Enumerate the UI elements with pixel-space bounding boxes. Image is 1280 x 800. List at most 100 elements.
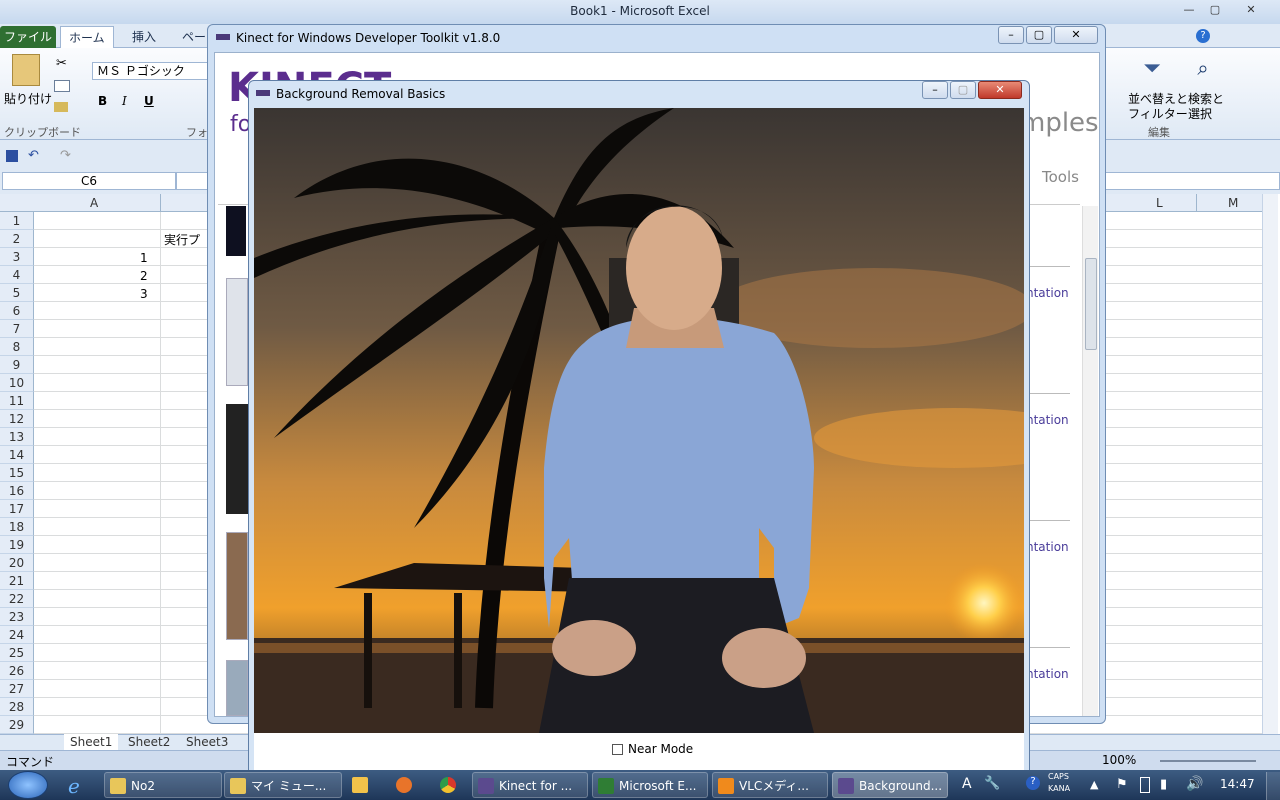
documentation-link-4[interactable]: ntation bbox=[1026, 667, 1069, 681]
italic-button[interactable]: I bbox=[122, 94, 127, 108]
bg-close-button[interactable]: ✕ bbox=[978, 81, 1022, 99]
cell-a5[interactable]: 3 bbox=[140, 285, 148, 303]
taskbar-item-music[interactable]: マイ ミュー... bbox=[224, 772, 342, 798]
row-header[interactable]: 24 bbox=[0, 626, 34, 644]
row-header[interactable]: 25 bbox=[0, 644, 34, 662]
flag-icon[interactable]: ⚑ bbox=[1116, 777, 1128, 792]
toolkit-minimize-button[interactable]: – bbox=[998, 26, 1024, 44]
taskbar-item-excel[interactable]: Microsoft E... bbox=[592, 772, 708, 798]
taskbar-item-kinect[interactable]: Kinect for ... bbox=[472, 772, 588, 798]
row-header[interactable]: 29 bbox=[0, 716, 34, 734]
sheet-tab-3[interactable]: Sheet3 bbox=[180, 734, 234, 750]
column-header-l[interactable]: L bbox=[1156, 196, 1163, 210]
row-header[interactable]: 21 bbox=[0, 572, 34, 590]
tab-file[interactable]: ファイル bbox=[0, 26, 56, 48]
volume-icon[interactable]: 🔊 bbox=[1186, 776, 1203, 792]
excel-close-button[interactable]: ✕ bbox=[1240, 2, 1262, 18]
paste-icon[interactable] bbox=[12, 54, 40, 86]
sample-thumbnail-1[interactable] bbox=[226, 206, 246, 256]
documentation-link-3[interactable]: ntation bbox=[1026, 540, 1069, 554]
row-header[interactable]: 26 bbox=[0, 662, 34, 680]
row-header[interactable]: 8 bbox=[0, 338, 34, 356]
toolkit-restore-button[interactable]: ▢ bbox=[1026, 26, 1052, 44]
excel-minimize-button[interactable]: — bbox=[1178, 2, 1200, 18]
sample-thumbnail-5[interactable] bbox=[226, 660, 248, 716]
copy-icon[interactable] bbox=[54, 80, 70, 92]
row-header[interactable]: 15 bbox=[0, 464, 34, 482]
taskbar-item-no2[interactable]: No2 bbox=[104, 772, 222, 798]
redo-icon[interactable]: ↷ bbox=[60, 148, 71, 163]
row-header[interactable]: 4 bbox=[0, 266, 34, 284]
font-name-box[interactable]: ＭＳ Ｐゴシック bbox=[92, 62, 212, 80]
toolkit-close-button[interactable]: ✕ bbox=[1054, 26, 1098, 44]
paste-button-label[interactable]: 貼り付け bbox=[4, 90, 52, 107]
row-header[interactable]: 6 bbox=[0, 302, 34, 320]
row-header[interactable]: 16 bbox=[0, 482, 34, 500]
zoom-slider[interactable] bbox=[1160, 760, 1256, 762]
row-header[interactable]: 12 bbox=[0, 410, 34, 428]
taskbar-item-background[interactable]: Background... bbox=[832, 772, 948, 798]
row-header[interactable]: 2 bbox=[0, 230, 34, 248]
row-header[interactable]: 7 bbox=[0, 320, 34, 338]
tab-home[interactable]: ホーム bbox=[60, 26, 114, 48]
show-desktop-button[interactable] bbox=[1266, 772, 1280, 800]
sample-thumbnail-3[interactable] bbox=[226, 404, 248, 514]
zoom-level[interactable]: 100% bbox=[1102, 753, 1136, 767]
media-player-icon[interactable] bbox=[352, 777, 368, 793]
row-header[interactable]: 9 bbox=[0, 356, 34, 374]
row-header[interactable]: 22 bbox=[0, 590, 34, 608]
cut-icon[interactable]: ✂ bbox=[56, 56, 67, 71]
format-painter-icon[interactable] bbox=[54, 102, 68, 112]
sheet-tab-1[interactable]: Sheet1 bbox=[64, 734, 119, 750]
row-header[interactable]: 11 bbox=[0, 392, 34, 410]
help-tray-icon[interactable]: ? bbox=[1026, 776, 1040, 790]
help-icon[interactable]: ? bbox=[1196, 29, 1210, 43]
internet-explorer-icon[interactable]: e bbox=[68, 774, 80, 798]
sample-thumbnail-2[interactable] bbox=[226, 278, 248, 386]
tab-insert[interactable]: 挿入 bbox=[124, 26, 164, 48]
tray-expand-icon[interactable]: ▲ bbox=[1090, 778, 1098, 791]
row-header[interactable]: 1 bbox=[0, 212, 34, 230]
row-header[interactable]: 14 bbox=[0, 446, 34, 464]
column-header-a[interactable]: A bbox=[90, 196, 98, 210]
documentation-link-1[interactable]: ntation bbox=[1026, 286, 1069, 300]
filter-label[interactable]: フィルター bbox=[1128, 105, 1188, 122]
cell-b2[interactable]: 実行プ bbox=[164, 231, 200, 249]
row-header[interactable]: 18 bbox=[0, 518, 34, 536]
tool-icon[interactable]: 🔧 bbox=[984, 776, 1000, 791]
clock[interactable]: 14:47 bbox=[1220, 777, 1255, 791]
row-header[interactable]: 27 bbox=[0, 680, 34, 698]
toolkit-scroll-thumb[interactable] bbox=[1085, 258, 1097, 350]
cell-a3[interactable]: 1 bbox=[140, 249, 148, 267]
sample-thumbnail-4[interactable] bbox=[226, 532, 248, 640]
tab-tools[interactable]: Tools bbox=[1042, 168, 1079, 186]
ime-icon[interactable]: A bbox=[962, 776, 972, 792]
excel-restore-button[interactable]: ▢ bbox=[1204, 2, 1226, 18]
row-header[interactable]: 20 bbox=[0, 554, 34, 572]
row-header[interactable]: 13 bbox=[0, 428, 34, 446]
row-header[interactable]: 3 bbox=[0, 248, 34, 266]
bg-maximize-button[interactable]: ▢ bbox=[950, 81, 976, 99]
underline-button[interactable]: U bbox=[144, 94, 154, 108]
battery-icon[interactable] bbox=[1140, 777, 1150, 793]
documentation-link-2[interactable]: ntation bbox=[1026, 413, 1069, 427]
near-mode-label[interactable]: Near Mode bbox=[628, 742, 693, 756]
bold-button[interactable]: B bbox=[98, 94, 107, 108]
signal-icon[interactable]: ▮ bbox=[1160, 777, 1167, 792]
row-header[interactable]: 23 bbox=[0, 608, 34, 626]
excel-vertical-scrollbar[interactable] bbox=[1262, 194, 1278, 734]
toolkit-scrollbar[interactable] bbox=[1082, 206, 1098, 716]
bg-minimize-button[interactable]: – bbox=[922, 81, 948, 99]
undo-icon[interactable]: ↶ bbox=[28, 148, 39, 163]
row-header[interactable]: 28 bbox=[0, 698, 34, 716]
row-header[interactable]: 10 bbox=[0, 374, 34, 392]
firefox-icon[interactable] bbox=[396, 777, 412, 793]
sort-filter-icon[interactable]: ⏷ bbox=[1136, 56, 1168, 86]
column-header-m[interactable]: M bbox=[1228, 196, 1238, 210]
chrome-icon[interactable] bbox=[440, 777, 456, 793]
sheet-tab-2[interactable]: Sheet2 bbox=[122, 734, 176, 750]
save-icon[interactable] bbox=[6, 150, 18, 162]
cell-a4[interactable]: 2 bbox=[140, 267, 148, 285]
name-box[interactable]: C6 bbox=[2, 172, 176, 190]
row-header[interactable]: 17 bbox=[0, 500, 34, 518]
